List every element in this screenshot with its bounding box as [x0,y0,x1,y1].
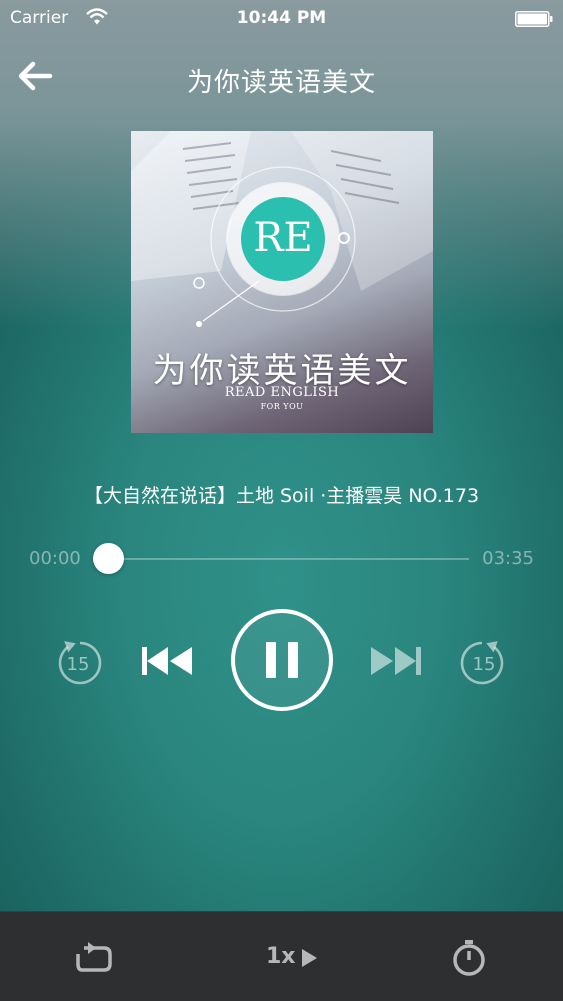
previous-track-icon [142,647,192,675]
progress-bar[interactable] [99,558,469,560]
repeat-button[interactable] [74,940,114,976]
next-track-icon [371,647,421,675]
forward-seconds-label: 15 [473,654,496,675]
cover-logo-text: RE [253,215,313,261]
pause-button[interactable] [229,607,335,713]
total-duration: 03:35 [482,548,534,569]
speed-button[interactable]: 1x [262,940,322,976]
speed-label: 1x [266,944,296,969]
status-bar: Carrier 10:44 PM [0,0,563,38]
repeat-icon [76,942,112,972]
rewind-seconds-label: 15 [67,654,90,675]
previous-track-button[interactable] [140,644,194,678]
page-title: 为你读英语美文 [186,68,376,98]
forward-15-button[interactable]: 15 [460,637,508,687]
cover-subtitle-small: FOR YOU [260,402,304,411]
sleep-timer-button[interactable] [451,940,487,976]
navigation-bar: 为你读英语美文 [0,50,563,100]
track-title: 【大自然在说话】土地 Soil ·主播雲昊 NO.173 [83,485,480,507]
next-track-button[interactable] [369,644,423,678]
rewind-15-icon: 15 [58,641,102,685]
progress-knob[interactable] [93,543,124,574]
album-cover: RE 为你读英语美文 READ ENGLISH FOR YOU [131,131,433,433]
elapsed-time: 00:00 [29,548,81,569]
cover-logo: RE [241,197,325,281]
rewind-15-button[interactable]: 15 [54,637,102,687]
status-time: 10:44 PM [236,8,327,28]
bottom-toolbar: 1x [0,911,563,1001]
forward-15-icon: 15 [460,641,504,685]
cover-subtitle: READ ENGLISH [224,385,340,400]
battery-icon [515,11,553,27]
timer-icon [453,940,485,976]
play-speed-icon [302,949,317,967]
